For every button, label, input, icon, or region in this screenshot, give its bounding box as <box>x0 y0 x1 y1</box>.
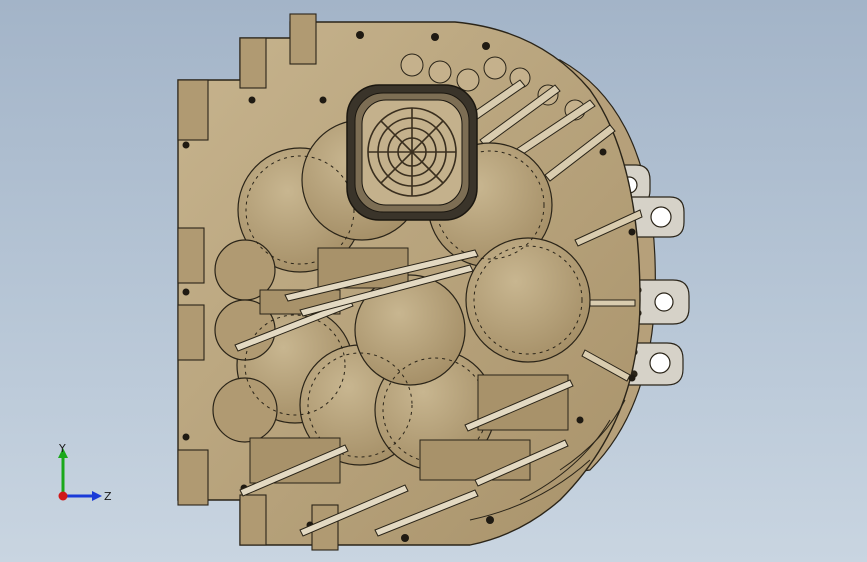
lug-top-3 <box>289 13 317 65</box>
y-axis-label: Y <box>58 442 66 455</box>
lug-top <box>177 79 209 141</box>
z-axis-label: Z <box>104 490 112 503</box>
fan-grille-icon <box>367 107 457 197</box>
lug-lower-mid <box>177 304 205 361</box>
lug-bottom-2 <box>239 494 267 546</box>
housing-model[interactable] <box>0 0 867 562</box>
axis-triad: Y Z <box>58 442 112 503</box>
pocket-4 <box>465 237 591 363</box>
lug-upper-mid <box>177 227 205 284</box>
z-axis-arrow <box>63 491 102 501</box>
cad-viewport[interactable]: Y Z <box>0 0 867 562</box>
fan-cover <box>346 84 478 221</box>
lug-top-2 <box>239 37 267 89</box>
lug-bottom <box>177 449 209 506</box>
x-axis-dot <box>58 491 68 501</box>
pocket-11 <box>212 377 278 443</box>
y-axis-arrow <box>58 448 68 496</box>
